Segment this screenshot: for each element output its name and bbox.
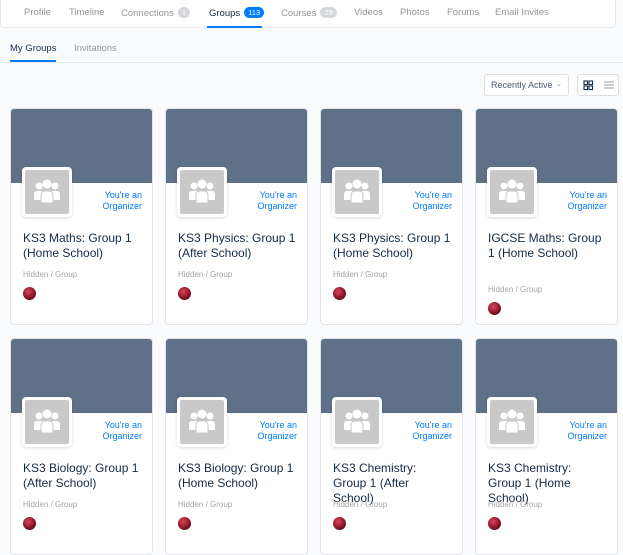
- tab-email-invites[interactable]: Email Invites: [495, 7, 549, 18]
- group-name-link[interactable]: IGCSE Maths: Group 1 (Home School): [488, 231, 606, 261]
- connections-count-badge: 1: [177, 7, 190, 18]
- group-name-link[interactable]: KS3 Biology: Group 1 (After School): [23, 461, 141, 491]
- group-avatar[interactable]: [332, 167, 382, 217]
- member-avatar[interactable]: [488, 302, 501, 315]
- groups-count-badge: 113: [244, 7, 265, 18]
- group-avatar[interactable]: [177, 397, 227, 447]
- organizer-role-label: You're an Organizer: [102, 190, 142, 211]
- group-card[interactable]: You're an Organizer KS3 Physics: Group 1 …: [165, 108, 308, 325]
- subtab-invitations[interactable]: Invitations: [74, 43, 117, 54]
- tab-courses[interactable]: Courses 29: [281, 7, 337, 19]
- profile-nav: Profile Timeline Connections 1 Groups 113 …: [0, 0, 616, 28]
- group-visibility-type: Hidden / Group: [23, 270, 78, 279]
- group-name-link[interactable]: KS3 Maths: Group 1 (Home School): [23, 231, 141, 261]
- tab-forums[interactable]: Forums: [447, 7, 479, 18]
- group-avatar[interactable]: [487, 397, 537, 447]
- group-avatar-placeholder: [180, 170, 224, 214]
- organizer-role-label: You're an Organizer: [412, 190, 452, 211]
- group-name-link[interactable]: KS3 Biology: Group 1 (Home School): [178, 461, 296, 491]
- organizer-role-label: You're an Organizer: [257, 190, 297, 211]
- group-avatar-placeholder: [180, 400, 224, 444]
- group-visibility-type: Hidden / Group: [178, 500, 233, 509]
- organizer-role-label: You're an Organizer: [412, 420, 452, 441]
- group-avatar-placeholder: [490, 400, 534, 444]
- organizer-role-label: You're an Organizer: [257, 420, 297, 441]
- tab-connections[interactable]: Connections 1: [121, 7, 190, 19]
- member-avatar[interactable]: [178, 287, 191, 300]
- member-avatar[interactable]: [333, 517, 346, 530]
- active-tab-indicator: [207, 26, 262, 28]
- tab-courses-label: Courses: [281, 8, 317, 19]
- group-card[interactable]: You're an Organizer IGCSE Maths: Group 1 …: [475, 108, 618, 325]
- group-name-link[interactable]: KS3 Physics: Group 1 (Home School): [333, 231, 451, 261]
- tab-groups-label: Groups: [209, 8, 241, 19]
- tab-timeline[interactable]: Timeline: [69, 7, 105, 18]
- tab-connections-label: Connections: [121, 8, 174, 19]
- group-members-icon: [34, 179, 60, 204]
- member-avatar[interactable]: [178, 517, 191, 530]
- group-members-icon: [34, 409, 60, 434]
- member-avatar[interactable]: [488, 517, 501, 530]
- group-avatar-placeholder: [25, 170, 69, 214]
- courses-count-badge: 29: [320, 7, 337, 18]
- grid-view-button[interactable]: [578, 75, 598, 95]
- group-card[interactable]: You're an Organizer KS3 Chemistry: Group …: [320, 338, 463, 555]
- group-visibility-type: Hidden / Group: [333, 270, 388, 279]
- view-toggle: [577, 74, 619, 96]
- group-card[interactable]: You're an Organizer KS3 Maths: Group 1 (H…: [10, 108, 153, 325]
- grid-icon: [583, 80, 594, 91]
- subtab-my-groups[interactable]: My Groups: [10, 43, 56, 54]
- group-avatar-placeholder: [490, 170, 534, 214]
- group-card[interactable]: You're an Organizer KS3 Biology: Group 1 …: [10, 338, 153, 555]
- group-avatar[interactable]: [22, 167, 72, 217]
- group-avatar-placeholder: [335, 400, 379, 444]
- group-card[interactable]: You're an Organizer KS3 Biology: Group 1 …: [165, 338, 308, 555]
- tab-photos[interactable]: Photos: [400, 7, 430, 18]
- group-avatar-placeholder: [335, 170, 379, 214]
- group-avatar[interactable]: [177, 167, 227, 217]
- tab-profile[interactable]: Profile: [24, 7, 51, 18]
- group-visibility-type: Hidden / Group: [178, 270, 233, 279]
- tab-videos[interactable]: Videos: [354, 7, 383, 18]
- group-members-icon: [189, 179, 215, 204]
- group-members-icon: [189, 409, 215, 434]
- organizer-role-label: You're an Organizer: [102, 420, 142, 441]
- group-avatar[interactable]: [332, 397, 382, 447]
- group-avatar-placeholder: [25, 400, 69, 444]
- list-icon: [604, 81, 614, 89]
- group-visibility-type: Hidden / Group: [488, 500, 543, 509]
- group-avatar[interactable]: [487, 167, 537, 217]
- group-visibility-type: Hidden / Group: [488, 285, 543, 294]
- chevron-down-icon: ⌄: [556, 81, 562, 88]
- group-card[interactable]: You're an Organizer KS3 Physics: Group 1 …: [320, 108, 463, 325]
- member-avatar[interactable]: [23, 517, 36, 530]
- sort-select-value: Recently Active: [491, 80, 553, 90]
- sort-select[interactable]: Recently Active ⌄: [484, 74, 569, 96]
- group-members-icon: [499, 179, 525, 204]
- organizer-role-label: You're an Organizer: [567, 420, 607, 441]
- member-avatar[interactable]: [23, 287, 36, 300]
- organizer-role-label: You're an Organizer: [567, 190, 607, 211]
- group-avatar[interactable]: [22, 397, 72, 447]
- group-members-icon: [344, 409, 370, 434]
- group-visibility-type: Hidden / Group: [333, 500, 388, 509]
- group-card[interactable]: You're an Organizer KS3 Chemistry: Group …: [475, 338, 618, 555]
- group-visibility-type: Hidden / Group: [23, 500, 78, 509]
- group-members-icon: [499, 409, 525, 434]
- member-avatar[interactable]: [333, 287, 346, 300]
- subnav-divider: [0, 62, 623, 63]
- tab-groups[interactable]: Groups 113: [209, 7, 265, 19]
- group-members-icon: [344, 179, 370, 204]
- group-name-link[interactable]: KS3 Physics: Group 1 (After School): [178, 231, 296, 261]
- list-view-button[interactable]: [599, 75, 619, 95]
